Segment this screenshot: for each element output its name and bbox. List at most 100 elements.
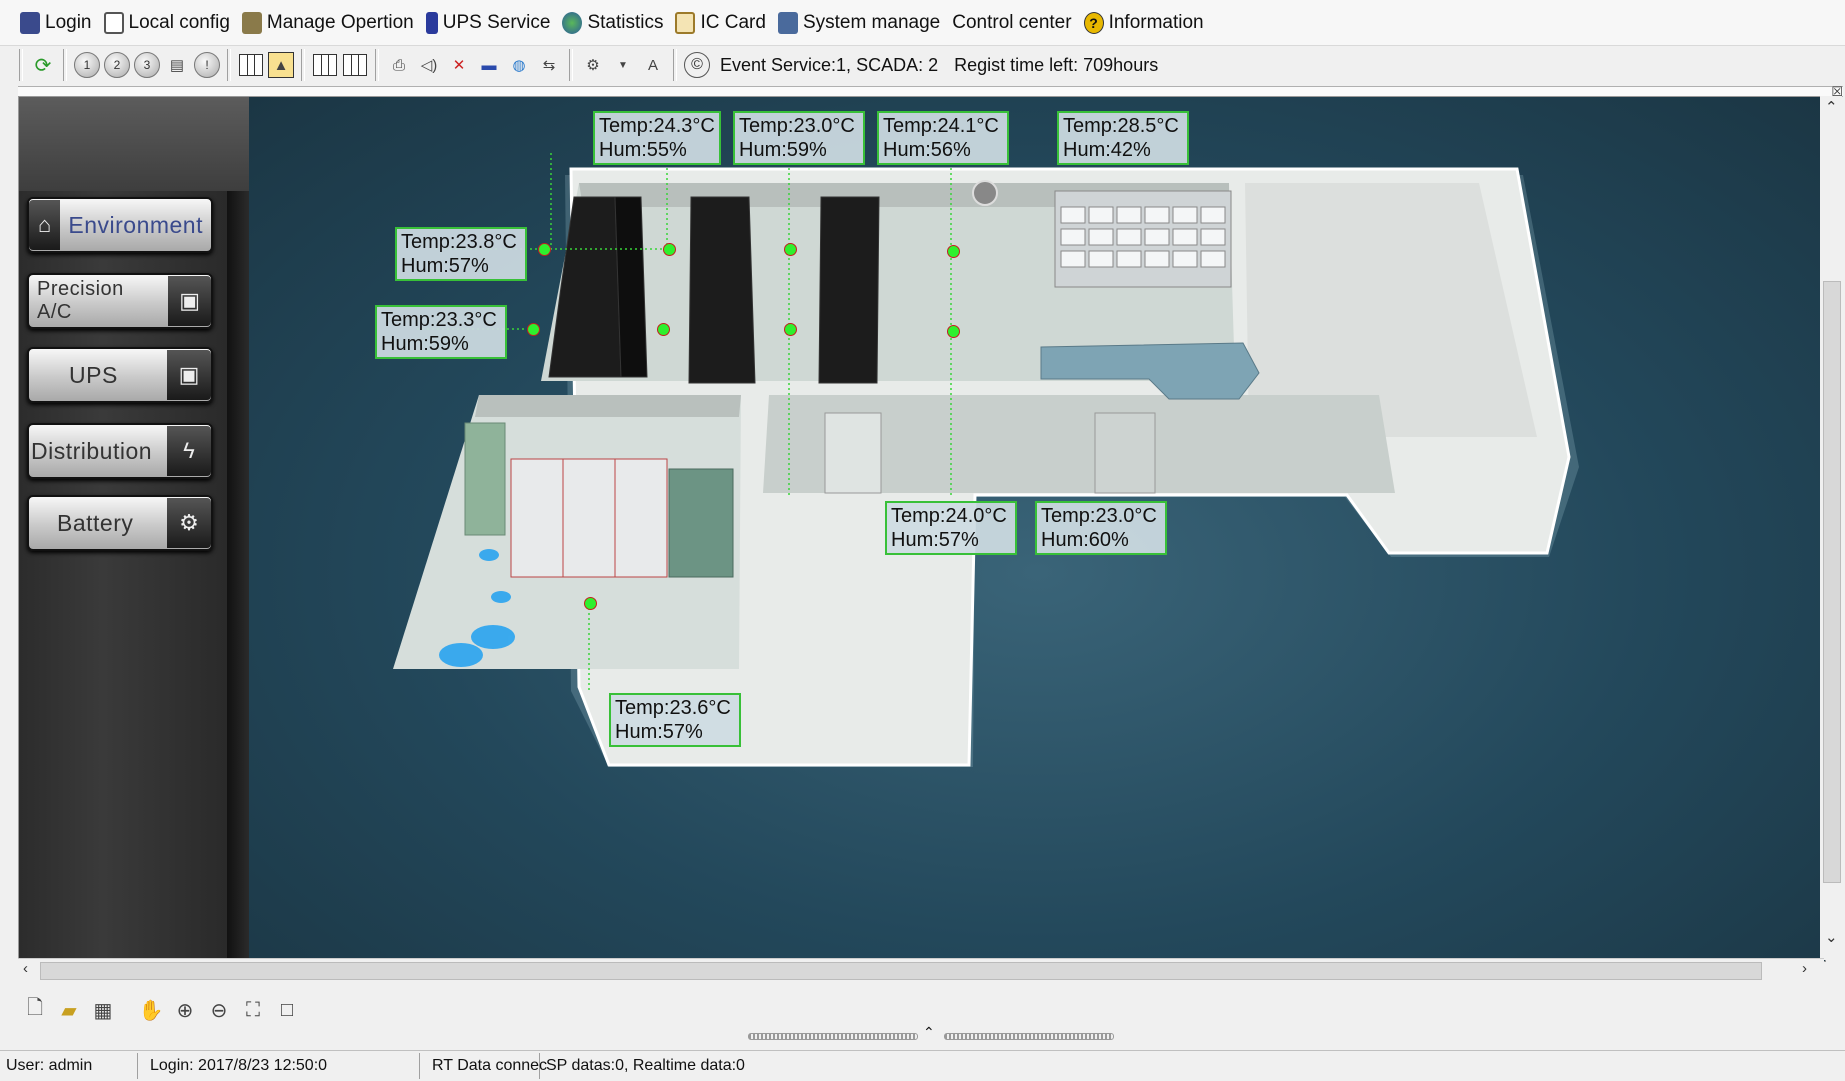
- scroll-right-icon[interactable]: ›: [1802, 960, 1807, 977]
- menu-statistics-label: Statistics: [587, 11, 664, 33]
- nav-ups-button[interactable]: UPS ▣: [27, 347, 213, 403]
- sensor-point[interactable]: [584, 597, 597, 610]
- image-view-icon[interactable]: ▲: [268, 52, 294, 78]
- menu-login[interactable]: Login: [20, 11, 92, 34]
- expand-up-icon[interactable]: ⌃: [923, 1024, 935, 1041]
- sensor-point[interactable]: [784, 323, 797, 336]
- nav-ups-label: UPS: [69, 361, 118, 388]
- device-icon[interactable]: ▤: [164, 52, 190, 78]
- sensor-hum: Hum:57%: [615, 721, 703, 743]
- splitter-grip[interactable]: [944, 1033, 1114, 1040]
- sensor-point[interactable]: [527, 323, 540, 336]
- sensor-temp: Temp:23.6°C: [615, 697, 731, 719]
- panel-edge: [227, 191, 249, 961]
- alarm-level-3-button[interactable]: 3: [134, 52, 160, 78]
- statistics-icon: [562, 11, 583, 34]
- nav-precision-ac-label: Precision A/C: [37, 278, 124, 323]
- sensor-point[interactable]: [947, 245, 960, 258]
- nav-battery-button[interactable]: Battery ⚙: [27, 495, 213, 551]
- sensor-label[interactable]: Temp:24.0°C Hum:57%: [885, 501, 1017, 555]
- toolbar-separator: [19, 49, 23, 81]
- open-folder-icon[interactable]: ▰: [54, 995, 84, 1025]
- sensor-label[interactable]: Temp:24.3°C Hum:55%: [593, 111, 721, 165]
- sensor-hum: Hum:56%: [883, 139, 971, 161]
- panel-splitter[interactable]: ⌃: [748, 1024, 1114, 1042]
- local-config-icon: [103, 11, 124, 34]
- sensor-temp: Temp:28.5°C: [1063, 115, 1179, 137]
- bottom-toolbar: 🗋 ▰ ▦ ✋ ⊕ ⊖ ⛶ □: [18, 990, 418, 1030]
- status-rt-data: RT Data connec: [426, 1053, 547, 1079]
- sensor-label[interactable]: Temp:23.6°C Hum:57%: [609, 693, 741, 747]
- alert-icon[interactable]: !: [194, 52, 220, 78]
- menu-ups-service-label: UPS Service: [442, 11, 551, 33]
- sensor-label[interactable]: Temp:23.0°C Hum:59%: [733, 111, 865, 165]
- mute-icon[interactable]: ✕: [446, 52, 472, 78]
- sensor-point[interactable]: [657, 323, 670, 336]
- menu-local-config[interactable]: Local config: [103, 11, 230, 34]
- transfer-icon[interactable]: ⇆: [536, 52, 562, 78]
- sensor-hum: Hum:57%: [401, 255, 489, 277]
- sensor-label[interactable]: Temp:24.1°C Hum:56%: [877, 111, 1009, 165]
- sensor-point[interactable]: [947, 325, 960, 338]
- sensor-temp: Temp:23.3°C: [381, 309, 497, 331]
- nav-distribution-button[interactable]: Distribution ϟ: [27, 423, 213, 479]
- network-icon[interactable]: ◍: [506, 52, 532, 78]
- table-view-icon[interactable]: [239, 54, 263, 76]
- splitter-grip[interactable]: [748, 1033, 918, 1040]
- regist-time-status: Regist time left: 709hours: [954, 54, 1159, 75]
- zoom-in-icon[interactable]: ⊕: [170, 995, 200, 1025]
- pan-hand-icon[interactable]: ✋: [136, 995, 166, 1025]
- battery-icon: ⚙: [167, 498, 211, 548]
- menu-statistics[interactable]: Statistics: [562, 11, 664, 34]
- refresh-icon[interactable]: ⟳: [30, 52, 56, 78]
- calendar-icon[interactable]: [343, 54, 367, 76]
- scroll-up-icon[interactable]: ⌃: [1825, 98, 1838, 116]
- copyright-icon: ©: [684, 52, 710, 78]
- font-button[interactable]: A: [640, 52, 666, 78]
- sensor-point[interactable]: [538, 243, 551, 256]
- menu-ups-service[interactable]: UPS Service: [425, 11, 551, 34]
- sensor-label[interactable]: Temp:23.0°C Hum:60%: [1035, 501, 1167, 555]
- scroll-left-icon[interactable]: ‹: [23, 960, 28, 977]
- nav-environment-button[interactable]: ⌂ Environment: [27, 197, 213, 253]
- sensor-label[interactable]: Temp:23.3°C Hum:59%: [375, 305, 507, 359]
- horizontal-scroll-thumb[interactable]: [40, 962, 1762, 980]
- hallway-door: [1094, 412, 1156, 494]
- new-document-icon[interactable]: 🗋: [20, 995, 50, 1025]
- menu-manage-operation[interactable]: Manage Opertion: [241, 11, 414, 34]
- menu-information[interactable]: ? Information: [1083, 11, 1204, 34]
- properties-icon[interactable]: ▦: [88, 995, 118, 1025]
- toolbar: ⟳ 1 2 3 ▤ ! ▲ ⎙ ◁) ✕ ▬ ◍ ⇆ ⚙ ▼ A © Event…: [0, 46, 1845, 84]
- print-icon[interactable]: ⎙: [386, 52, 412, 78]
- computer-icon[interactable]: ▬: [476, 52, 502, 78]
- settings-gear-icon[interactable]: ⚙: [580, 52, 606, 78]
- information-icon: ?: [1083, 11, 1104, 34]
- nav-precision-ac-button[interactable]: Precision A/C ▣: [27, 273, 213, 329]
- full-view-icon[interactable]: □: [272, 995, 302, 1025]
- system-manage-icon: [777, 11, 798, 34]
- vertical-scrollbar[interactable]: ⌃ ⌄: [1820, 96, 1842, 960]
- toolbar-separator: [63, 49, 67, 81]
- scroll-down-icon[interactable]: ⌄: [1825, 928, 1838, 946]
- sensor-point[interactable]: [784, 243, 797, 256]
- sensor-label[interactable]: Temp:28.5°C Hum:42%: [1057, 111, 1189, 165]
- sensor-point[interactable]: [663, 243, 676, 256]
- menu-ic-card[interactable]: IC Card: [675, 11, 766, 34]
- menu-bar: Login Local config Manage Opertion UPS S…: [0, 0, 1845, 46]
- speaker-icon[interactable]: ◁): [416, 52, 442, 78]
- manage-operation-icon: [241, 11, 262, 34]
- menu-login-label: Login: [45, 11, 92, 33]
- alarm-level-1-button[interactable]: 1: [74, 52, 100, 78]
- zoom-out-icon[interactable]: ⊖: [204, 995, 234, 1025]
- sensor-label[interactable]: Temp:23.8°C Hum:57%: [395, 227, 527, 281]
- fit-view-icon[interactable]: ⛶: [238, 995, 268, 1025]
- menu-control-center[interactable]: Control center: [952, 12, 1071, 34]
- hallway-door: [824, 412, 882, 494]
- dropdown-arrow-icon[interactable]: ▼: [610, 52, 636, 78]
- sensor-temp: Temp:23.0°C: [1041, 505, 1157, 527]
- menu-system-manage[interactable]: System manage: [777, 11, 940, 34]
- horizontal-scrollbar[interactable]: ‹ ›: [18, 958, 1824, 981]
- list-view-icon[interactable]: [313, 54, 337, 76]
- alarm-level-2-button[interactable]: 2: [104, 52, 130, 78]
- vertical-scroll-thumb[interactable]: [1823, 281, 1841, 883]
